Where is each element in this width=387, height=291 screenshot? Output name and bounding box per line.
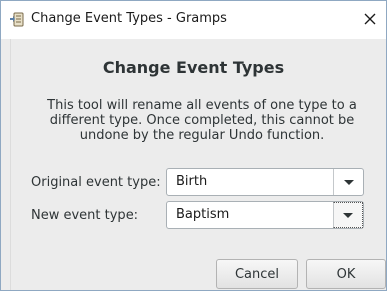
new-dropdown-button[interactable] (333, 202, 363, 228)
chevron-down-icon (343, 212, 353, 218)
close-icon (364, 13, 376, 25)
close-button[interactable] (360, 9, 380, 29)
chevron-down-icon (343, 179, 354, 185)
dialog-window: Change Event Types - Gramps (0, 0, 387, 291)
original-event-type-select[interactable]: Birth (166, 168, 364, 196)
new-event-type-select[interactable]: Baptism (166, 201, 364, 229)
window-title: Change Event Types - Gramps (31, 11, 227, 26)
original-event-type-label: Original event type: (31, 175, 161, 190)
title-bar: Change Event Types - Gramps (1, 1, 386, 39)
ok-button[interactable]: OK (306, 259, 386, 289)
dialog-heading: Change Event Types (102, 58, 285, 77)
original-dropdown-button[interactable] (333, 169, 363, 195)
dialog-description: This tool will rename all events of one … (47, 98, 357, 143)
new-event-type-value: Baptism (176, 207, 230, 222)
gramps-tool-icon (9, 12, 27, 28)
cancel-button[interactable]: Cancel (216, 259, 298, 289)
new-event-type-label: New event type: (31, 208, 139, 223)
original-event-type-value: Birth (176, 174, 208, 189)
